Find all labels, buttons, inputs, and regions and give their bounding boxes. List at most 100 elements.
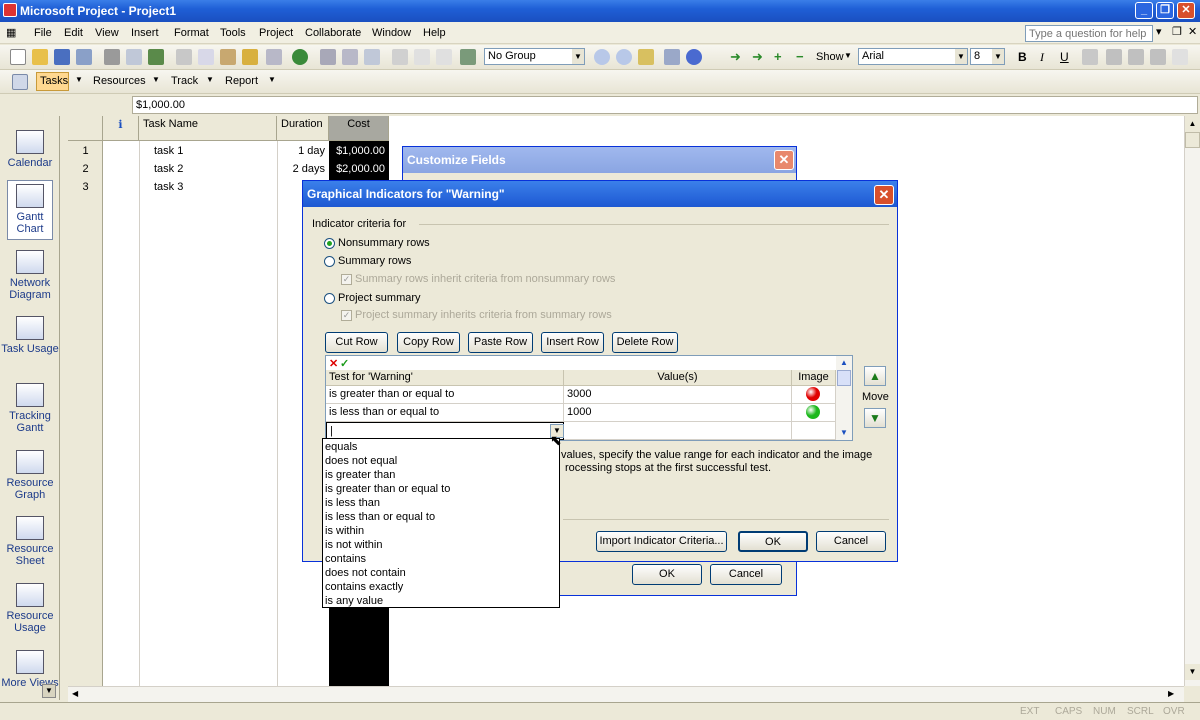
value-cell[interactable] bbox=[564, 422, 792, 440]
goto-task-icon[interactable] bbox=[638, 49, 654, 65]
option-does-not-contain[interactable]: does not contain bbox=[325, 567, 406, 579]
minimize-button[interactable]: _ bbox=[1135, 2, 1153, 19]
col-task-name[interactable]: Task Name bbox=[139, 116, 277, 141]
view-network-diagram[interactable]: Network Diagram bbox=[0, 250, 60, 301]
chevron-down-icon[interactable]: ▼ bbox=[268, 75, 276, 84]
option-does-not-equal[interactable]: does not equal bbox=[325, 455, 397, 467]
minus-icon[interactable]: − bbox=[796, 49, 812, 65]
help-search-input[interactable] bbox=[1025, 25, 1153, 42]
all-tasks-icon[interactable] bbox=[1172, 49, 1188, 65]
help-dropdown-icon[interactable]: ▾ bbox=[1156, 25, 1162, 38]
row-id[interactable]: 1 bbox=[68, 143, 103, 161]
copy-icon[interactable] bbox=[198, 49, 214, 65]
image-cell[interactable] bbox=[792, 422, 836, 440]
menu-tools[interactable]: Tools bbox=[220, 27, 246, 39]
plus-icon[interactable]: + bbox=[774, 49, 790, 65]
scroll-up-icon[interactable]: ▲ bbox=[836, 356, 852, 370]
option-within[interactable]: is within bbox=[325, 525, 364, 537]
test-cell[interactable]: is greater than or equal to bbox=[326, 386, 564, 404]
cancel-button[interactable]: Cancel bbox=[816, 531, 886, 552]
help-icon[interactable] bbox=[686, 49, 702, 65]
row-id[interactable]: 2 bbox=[68, 161, 103, 179]
arrow-left-icon[interactable]: ➜ bbox=[730, 49, 746, 65]
copy-row-button[interactable]: Copy Row bbox=[397, 332, 460, 353]
entry-field[interactable]: $1,000.00 bbox=[132, 96, 1198, 114]
restore-doc-icon[interactable]: ❐ bbox=[1172, 25, 1182, 38]
scroll-right-icon[interactable]: ▶ bbox=[1168, 689, 1174, 698]
zoom-in-icon[interactable] bbox=[594, 49, 610, 65]
option-equals[interactable]: equals bbox=[325, 441, 357, 453]
scroll-thumb[interactable] bbox=[1185, 132, 1200, 148]
publish-icon[interactable] bbox=[460, 49, 476, 65]
indicators-header-icon[interactable]: ℹ bbox=[103, 116, 139, 141]
project-summary-label[interactable]: Project summary bbox=[338, 292, 421, 304]
report-button[interactable]: Report bbox=[225, 75, 258, 87]
filter-icon[interactable] bbox=[1082, 49, 1098, 65]
bold-button[interactable]: B bbox=[1018, 50, 1027, 64]
summary-inherit-checkbox[interactable]: ✓ bbox=[341, 274, 352, 285]
project-guide-icon[interactable] bbox=[12, 74, 28, 90]
insert-row-button[interactable]: Insert Row bbox=[541, 332, 604, 353]
link-tasks-icon[interactable] bbox=[320, 49, 336, 65]
menu-project[interactable]: Project bbox=[259, 27, 293, 39]
project-summary-radio[interactable] bbox=[324, 293, 335, 304]
close-window-button[interactable]: ✕ bbox=[1177, 2, 1195, 19]
test-cell[interactable]: is less than or equal to bbox=[326, 404, 564, 422]
nonsummary-label[interactable]: Nonsummary rows bbox=[338, 237, 430, 249]
cost-cell[interactable]: $2,000.00 bbox=[329, 161, 389, 179]
import-criteria-button[interactable]: Import Indicator Criteria... bbox=[596, 531, 727, 552]
menu-edit[interactable]: Edit bbox=[64, 27, 83, 39]
view-resource-sheet[interactable]: Resource Sheet bbox=[0, 516, 60, 567]
option-greater-than[interactable]: is greater than bbox=[325, 469, 395, 481]
row-id[interactable]: 3 bbox=[68, 179, 103, 197]
font-select[interactable]: Arial ▼ bbox=[858, 48, 968, 65]
vertical-scrollbar[interactable]: ▲ ▼ bbox=[1184, 116, 1200, 686]
option-contains[interactable]: contains bbox=[325, 553, 366, 565]
font-size-select[interactable]: 8 ▼ bbox=[970, 48, 1005, 65]
doc-icon[interactable]: ▦ bbox=[6, 26, 16, 39]
show-button[interactable]: Show bbox=[816, 51, 844, 63]
menu-collaborate[interactable]: Collaborate bbox=[305, 27, 361, 39]
duration-cell[interactable]: 2 days bbox=[277, 161, 329, 179]
align-left-icon[interactable] bbox=[1106, 49, 1122, 65]
close-doc-icon[interactable]: ✕ bbox=[1188, 25, 1197, 38]
accept-entry-icon[interactable]: ✓ bbox=[340, 357, 349, 370]
copy-picture-icon[interactable] bbox=[664, 49, 680, 65]
cut-row-button[interactable]: Cut Row bbox=[325, 332, 388, 353]
task-info-icon[interactable] bbox=[392, 49, 408, 65]
chevron-down-icon[interactable]: ▼ bbox=[844, 51, 852, 60]
print-preview-icon[interactable] bbox=[126, 49, 142, 65]
open-icon[interactable] bbox=[32, 49, 48, 65]
cut-icon[interactable] bbox=[176, 49, 192, 65]
menu-file[interactable]: File bbox=[34, 27, 52, 39]
delete-row-button[interactable]: Delete Row bbox=[612, 332, 678, 353]
new-icon[interactable] bbox=[10, 49, 26, 65]
unlink-tasks-icon[interactable] bbox=[342, 49, 358, 65]
chevron-down-icon[interactable]: ▼ bbox=[75, 75, 83, 84]
restore-button[interactable]: ❐ bbox=[1156, 2, 1174, 19]
close-icon[interactable]: ✕ bbox=[874, 185, 894, 205]
save-icon[interactable] bbox=[54, 49, 70, 65]
duration-cell[interactable]: 1 day bbox=[277, 143, 329, 161]
chevron-down-icon[interactable]: ▼ bbox=[206, 75, 214, 84]
align-center-icon[interactable] bbox=[1128, 49, 1144, 65]
zoom-out-icon[interactable] bbox=[616, 49, 632, 65]
align-right-icon[interactable] bbox=[1150, 49, 1166, 65]
cost-cell[interactable]: $1,000.00 bbox=[329, 143, 389, 161]
value-cell[interactable]: 3000 bbox=[564, 386, 792, 404]
task-name-cell[interactable]: task 1 bbox=[150, 143, 270, 161]
search-icon[interactable] bbox=[76, 49, 92, 65]
view-resource-usage[interactable]: Resource Usage bbox=[0, 583, 60, 634]
nonsummary-radio[interactable] bbox=[324, 238, 335, 249]
task-name-cell[interactable]: task 3 bbox=[150, 179, 270, 197]
customize-ok-button[interactable]: OK bbox=[632, 564, 702, 585]
col-duration[interactable]: Duration bbox=[277, 116, 329, 141]
option-greater-or-equal[interactable]: is greater than or equal to bbox=[325, 483, 450, 495]
arrow-right-icon[interactable]: ➜ bbox=[752, 49, 768, 65]
menu-format[interactable]: Format bbox=[174, 27, 209, 39]
hyperlink-icon[interactable] bbox=[292, 49, 308, 65]
option-less-than[interactable]: is less than bbox=[325, 497, 380, 509]
menu-help[interactable]: Help bbox=[423, 27, 446, 39]
image-cell[interactable] bbox=[792, 386, 836, 404]
ok-button[interactable]: OK bbox=[738, 531, 808, 552]
